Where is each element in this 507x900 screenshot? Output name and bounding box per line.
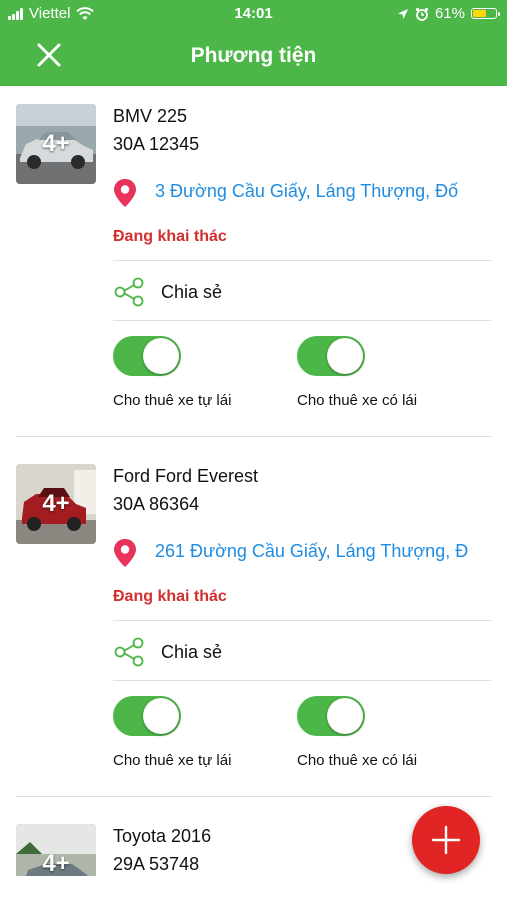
app-header: Phương tiện: [0, 30, 507, 86]
with-driver-label: Cho thuê xe có lái: [297, 752, 418, 769]
vehicle-photo[interactable]: 4+: [16, 104, 96, 184]
divider: [113, 260, 491, 261]
photo-count: 4+: [42, 490, 70, 517]
alarm-icon: [415, 7, 429, 21]
card-separator: [16, 436, 491, 437]
self-drive-toggle[interactable]: [113, 336, 181, 376]
vehicle-name: Toyota 2016: [113, 826, 212, 846]
location-arrow-icon: [397, 8, 408, 19]
address-text: 3 Đường Cầu Giấy, Láng Thượng, Đố: [155, 181, 459, 201]
vehicle-address[interactable]: 3 Đường Cầu Giấy, Láng Thượng, Đố: [113, 174, 491, 208]
vehicle-status: Đang khai thác: [113, 228, 227, 245]
share-icon: [114, 637, 144, 667]
status-right: 61%: [397, 5, 500, 22]
with-driver-label: Cho thuê xe có lái: [297, 392, 418, 409]
vehicle-plate: 30A 86364: [113, 494, 200, 514]
vehicle-card: 4+ Ford Ford Everest 30A 86364 261 Đường…: [0, 446, 507, 798]
page-title: Phương tiện: [190, 44, 317, 67]
toggle-knob: [327, 338, 363, 374]
vehicle-status: Đang khai thác: [113, 588, 227, 605]
share-label: Chia sẻ: [161, 642, 223, 662]
toggle-knob: [143, 338, 179, 374]
card-separator: [16, 796, 491, 797]
location-pin-icon: [114, 539, 136, 567]
self-drive-toggle[interactable]: [113, 696, 181, 736]
share-label: Chia sẻ: [161, 282, 223, 302]
vehicle-list[interactable]: 4+ BMV 225 30A 12345 3 Đường Cầu Giấy, L…: [0, 86, 507, 876]
self-drive-label: Cho thuê xe tự lái: [113, 392, 232, 409]
battery-icon: [471, 8, 500, 19]
status-bar: Viettel 14:01 61%: [0, 0, 507, 30]
vehicle-photo[interactable]: 4+: [16, 464, 96, 544]
divider: [113, 320, 491, 321]
toggle-knob: [143, 698, 179, 734]
plus-icon: [431, 825, 461, 855]
vehicle-photo[interactable]: 4+: [16, 824, 96, 876]
battery-percent: 61%: [434, 5, 465, 22]
divider: [113, 680, 491, 681]
address-text: 261 Đường Cầu Giấy, Láng Thượng, Đ: [155, 541, 469, 561]
vehicle-plate: 30A 12345: [113, 134, 200, 154]
photo-count: 4+: [42, 130, 70, 157]
vehicle-address[interactable]: 261 Đường Cầu Giấy, Láng Thượng, Đ: [113, 534, 491, 568]
add-vehicle-button[interactable]: [412, 806, 480, 874]
self-drive-label: Cho thuê xe tự lái: [113, 752, 232, 769]
with-driver-toggle[interactable]: [297, 336, 365, 376]
share-icon: [114, 277, 144, 307]
with-driver-toggle[interactable]: [297, 696, 365, 736]
vehicle-plate: 29A 53748: [113, 854, 200, 874]
photo-count: 4+: [42, 850, 70, 876]
divider: [113, 620, 491, 621]
vehicle-card: 4+ BMV 225 30A 12345 3 Đường Cầu Giấy, L…: [0, 86, 507, 438]
share-button[interactable]: Chia sẻ: [113, 622, 491, 682]
toggle-knob: [327, 698, 363, 734]
vehicle-name: BMV 225: [113, 106, 188, 126]
location-pin-icon: [114, 179, 136, 207]
share-button[interactable]: Chia sẻ: [113, 262, 491, 322]
vehicle-name: Ford Ford Everest: [113, 466, 259, 486]
